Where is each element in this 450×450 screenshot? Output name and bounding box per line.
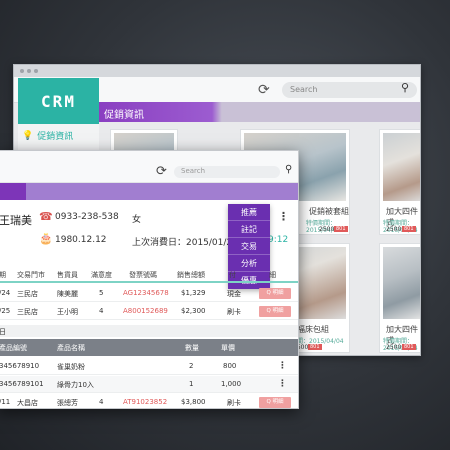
column-header: 期	[0, 270, 6, 280]
row-invoice[interactable]: A800152689	[123, 307, 168, 315]
row-code: 345678910	[0, 362, 40, 370]
row-score: 4	[99, 307, 104, 315]
product-badge: 801	[402, 226, 416, 232]
column-header: 滿意度	[91, 271, 112, 279]
front-window: ⟳ Search ⚲ 王瑞美 ☎ 0933-238-538 女 🎂 1980.1…	[0, 150, 299, 409]
table-row[interactable]: /11 大昌店 張總芳 4 AT91023852 $3,800 刷卡 Q 明細	[0, 394, 298, 408]
sidebar-item-promotions[interactable]: 💡 促銷資訊	[22, 129, 74, 143]
more-options-icon[interactable]: ⋮	[278, 379, 287, 389]
column-header: 付	[229, 271, 236, 279]
row-product-name: 綠骨力10入	[57, 381, 94, 389]
row-invoice[interactable]: AT91023852	[123, 398, 167, 406]
search-icon[interactable]: ⚲	[285, 164, 292, 175]
row-date: /25	[0, 307, 11, 315]
phone-icon: ☎	[39, 210, 53, 223]
cake-icon: 🎂	[39, 232, 53, 245]
column-header: 交易門市	[17, 271, 45, 279]
header-bar	[0, 183, 298, 200]
last-purchase-time: 9:12	[268, 235, 289, 245]
row-product-name: 雀巢奶粉	[57, 363, 85, 371]
row-date: /11	[0, 398, 11, 406]
customer-name: 王瑞美	[0, 214, 32, 227]
window-controls[interactable]	[20, 69, 38, 73]
product-title: 促銷被套組	[309, 207, 349, 216]
detail-button[interactable]: Q 明細	[259, 288, 291, 299]
row-price: 800	[223, 362, 237, 370]
row-total: $1,329	[181, 289, 206, 297]
table-row[interactable]: /24 三民店 陳美麗 5 AG12345678 $1,329 現金 Q 明細	[0, 285, 298, 302]
search-input[interactable]: Search	[282, 82, 417, 98]
row-score: 4	[99, 398, 104, 406]
transactions-header: 期 交易門市 售貨員 滿意度 發票號碼 銷售總額 付 細	[0, 266, 298, 283]
customer-birthday: 1980.12.12	[55, 235, 107, 245]
product-price: 2500	[386, 344, 402, 351]
row-total: $3,800	[181, 398, 206, 406]
detail-button[interactable]: Q 明細	[259, 397, 291, 408]
column-header: 銷售總額	[177, 271, 205, 279]
promo-banner-title: 促銷資訊	[104, 110, 144, 121]
row-store: 三民店	[17, 308, 38, 316]
detail-row[interactable]: 3456789101 綠骨力10入 1 1,000 ⋮	[0, 376, 298, 393]
table-row[interactable]: /25 三民店 王小明 4 A800152689 $2,300 刷卡 Q 明細	[0, 303, 298, 320]
row-total: $2,300	[181, 307, 206, 315]
product-card[interactable]: 加大四件式 特價期間：2015/04/04 2500 801	[379, 129, 420, 235]
back-titlebar	[14, 65, 420, 77]
column-header: 售貨員	[57, 271, 78, 279]
product-card[interactable]: 加大四件式 特價期間：2015/04/04 2500 801	[379, 243, 420, 353]
crm-logo: CRM	[18, 78, 99, 124]
column-header: 單價	[221, 344, 235, 352]
row-code: 3456789101	[0, 380, 44, 388]
row-clerk: 陳美麗	[57, 290, 78, 298]
row-clerk: 王小明	[57, 308, 78, 316]
row-store: 三民店	[17, 290, 38, 298]
column-header: 產品編號	[0, 344, 27, 352]
row-price: 1,000	[221, 380, 242, 388]
search-input[interactable]: Search	[174, 166, 280, 178]
column-header: 數量	[185, 344, 199, 352]
detail-section-label: 日	[0, 325, 298, 337]
more-options-icon[interactable]: ⋮	[278, 210, 289, 223]
more-options-icon[interactable]: ⋮	[278, 361, 287, 371]
last-purchase: 上次消費日：2015/01/23	[132, 238, 238, 248]
bulb-icon: 💡	[22, 130, 34, 141]
menu-item-transaction[interactable]: 交易	[228, 238, 270, 255]
row-qty: 1	[189, 380, 194, 388]
reload-icon[interactable]: ⟳	[258, 82, 270, 98]
customer-phone: 0933-238-538	[55, 212, 119, 222]
search-icon[interactable]: ⚲	[401, 81, 409, 94]
detail-table-header: 產品編號 產品名稱 數量 單價	[0, 339, 298, 356]
menu-item-recommend[interactable]: 推薦	[228, 204, 270, 221]
product-badge: 801	[308, 344, 322, 350]
column-header: 發票號碼	[129, 271, 157, 279]
row-score: 5	[99, 289, 104, 297]
row-clerk: 張總芳	[57, 399, 78, 407]
row-invoice[interactable]: AG12345678	[123, 289, 169, 297]
reload-icon[interactable]: ⟳	[156, 164, 167, 179]
menu-item-note[interactable]: 註記	[228, 221, 270, 238]
product-price: 2500	[319, 226, 335, 233]
row-payment: 刷卡	[227, 399, 241, 407]
detail-button[interactable]: Q 明細	[259, 306, 291, 317]
row-date: /24	[0, 289, 11, 297]
product-badge: 801	[402, 344, 416, 350]
row-qty: 2	[189, 362, 194, 370]
row-payment: 刷卡	[227, 308, 241, 316]
column-header: 細	[269, 271, 276, 279]
product-price: 2500	[386, 226, 402, 233]
row-payment: 現金	[227, 290, 241, 298]
detail-row[interactable]: 345678910 雀巢奶粉 2 800 ⋮	[0, 358, 298, 375]
sidebar-item-label: 促銷資訊	[37, 132, 74, 142]
row-store: 大昌店	[17, 399, 38, 407]
customer-gender: 女	[132, 215, 142, 225]
promo-banner	[99, 102, 420, 122]
column-header: 產品名稱	[57, 344, 85, 352]
product-badge: 801	[334, 226, 348, 232]
